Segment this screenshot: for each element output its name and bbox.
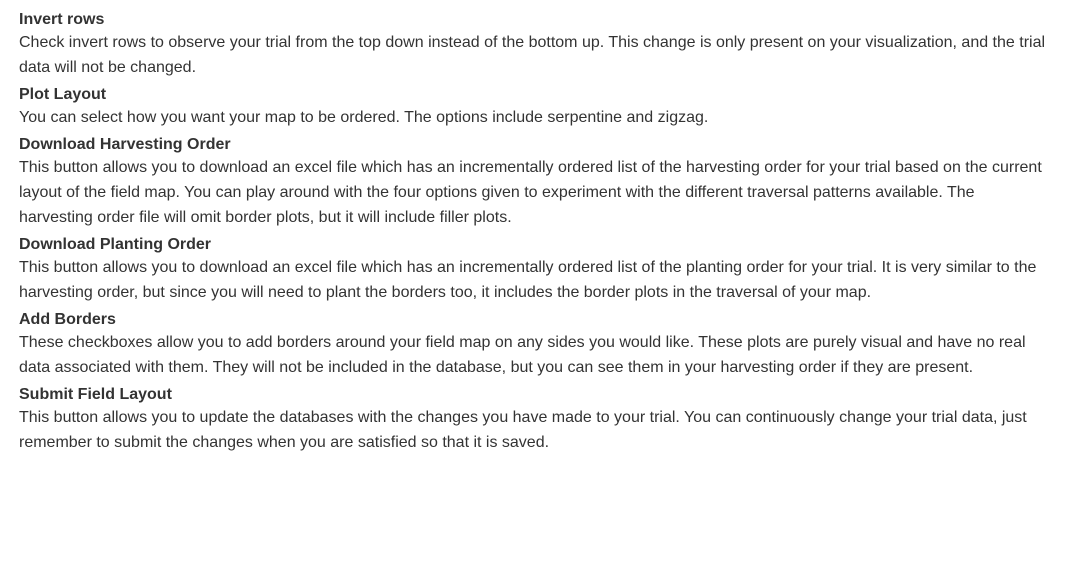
section-description: Check invert rows to observe your trial … (19, 34, 1046, 76)
section-download-planting-order: Download Planting Order This button allo… (19, 235, 1046, 305)
section-description: This button allows you to update the dat… (19, 409, 1027, 451)
section-title: Download Harvesting Order (19, 136, 231, 153)
section-description: This button allows you to download an ex… (19, 159, 1042, 226)
section-plot-layout: Plot Layout You can select how you want … (19, 85, 1046, 130)
help-content: Invert rows Check invert rows to observe… (0, 0, 1066, 455)
section-title: Download Planting Order (19, 236, 212, 253)
section-description: These checkboxes allow you to add border… (19, 334, 1026, 376)
section-description: You can select how you want your map to … (19, 109, 709, 126)
section-title: Add Borders (19, 311, 116, 328)
section-title: Plot Layout (19, 86, 107, 103)
section-title: Submit Field Layout (19, 386, 172, 403)
section-title: Invert rows (19, 11, 105, 28)
section-add-borders: Add Borders These checkboxes allow you t… (19, 310, 1046, 380)
section-description: This button allows you to download an ex… (19, 259, 1037, 301)
section-invert-rows: Invert rows Check invert rows to observe… (19, 10, 1046, 80)
section-submit-field-layout: Submit Field Layout This button allows y… (19, 385, 1046, 455)
section-download-harvesting-order: Download Harvesting Order This button al… (19, 135, 1046, 230)
